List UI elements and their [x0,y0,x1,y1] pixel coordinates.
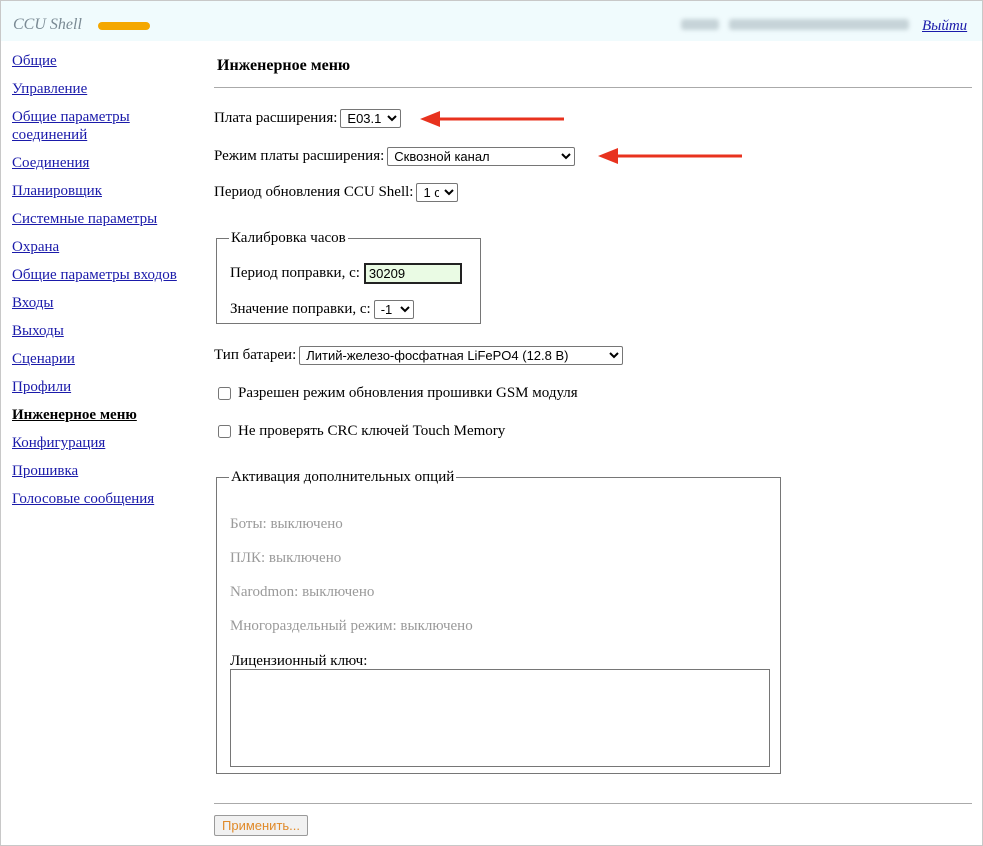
sidebar-item-security[interactable]: Охрана [12,238,202,256]
logout-link[interactable]: Выйти [922,18,967,35]
expansion-mode-row: Режим платы расширения: Сквозной канал [214,147,576,166]
arrow-left-icon [420,111,564,127]
sidebar-item-input-params[interactable]: Общие параметры входов [12,266,202,284]
expansion-board-row: Плата расширения: E03.1 [214,109,402,128]
license-key-textarea[interactable] [230,669,770,767]
correction-period-row: Период поправки, с: [230,263,462,284]
extra-options-legend: Активация дополнительных опций [231,469,455,485]
expansion-mode-select[interactable]: Сквозной канал [387,147,576,166]
blurred-user-info [681,19,909,31]
gsm-update-checkbox-row[interactable]: Разрешен режим обновления прошивки GSM м… [218,385,578,402]
option-bots-status: Боты: выключено [230,516,343,532]
sidebar-item-outputs[interactable]: Выходы [12,322,202,340]
sidebar-item-inputs[interactable]: Входы [12,294,202,312]
app-title: CCU Shell [13,16,82,33]
gsm-update-checkbox[interactable] [218,387,231,400]
sidebar-item-firmware[interactable]: Прошивка [12,462,202,480]
refresh-period-select[interactable]: 1 с [416,183,459,202]
top-bar: CCU Shell Выйти [1,1,982,41]
no-crc-checkbox[interactable] [218,425,231,438]
title-divider [214,87,972,88]
correction-value-select[interactable]: -1 [373,300,414,319]
apply-button[interactable]: Применить... [214,815,309,836]
option-narodmon-status: Narodmon: выключено [230,584,375,600]
battery-type-select[interactable]: Литий-железо-фосфатная LiFePO4 (12.8 В) [299,346,624,365]
correction-period-input[interactable] [363,263,462,284]
extra-options-fieldset: Активация дополнительных опций Боты: вык… [216,469,781,774]
sidebar-item-engineering-menu[interactable]: Инженерное меню [12,406,202,424]
expansion-mode-label: Режим платы расширения: [214,148,385,164]
sidebar-item-profiles[interactable]: Профили [12,378,202,396]
correction-period-label: Период поправки, с: [230,265,360,281]
refresh-period-label: Период обновления CCU Shell: [214,184,414,200]
no-crc-label: Не проверять CRC ключей Touch Memory [238,423,506,439]
page-title: Инженерное меню [217,57,351,74]
logo-bar [98,22,150,30]
clock-calibration-legend: Калибровка часов [231,230,346,246]
sidebar-item-scenarios[interactable]: Сценарии [12,350,202,368]
option-multipartition-status: Многораздельный режим: выключено [230,618,473,634]
refresh-period-row: Период обновления CCU Shell: 1 с [214,183,459,202]
sidebar-item-connections[interactable]: Соединения [12,154,202,172]
sidebar-item-connection-params[interactable]: Общие параметры соединений [12,108,202,144]
license-key-label: Лицензионный ключ: [230,653,368,669]
sidebar-item-control[interactable]: Управление [12,80,202,98]
arrow-left-icon [598,148,742,164]
expansion-board-select[interactable]: E03.1 [340,109,402,128]
correction-value-label: Значение поправки, с: [230,301,371,317]
sidebar-item-configuration[interactable]: Конфигурация [12,434,202,452]
battery-label: Тип батареи: [214,347,297,363]
battery-row: Тип батареи: Литий-железо-фосфатная LiFe… [214,346,624,365]
sidebar-item-system-params[interactable]: Системные параметры [12,210,202,228]
option-plc-status: ПЛК: выключено [230,550,342,566]
sidebar-item-scheduler[interactable]: Планировщик [12,182,202,200]
sidebar-item-voice-messages[interactable]: Голосовые сообщения [12,490,202,508]
sidebar-item-general[interactable]: Общие [12,52,202,70]
footer-divider [214,803,972,804]
sidebar-nav: Общие Управление Общие параметры соедине… [12,52,202,518]
no-crc-checkbox-row[interactable]: Не проверять CRC ключей Touch Memory [218,423,505,440]
correction-value-row: Значение поправки, с: -1 [230,300,414,319]
clock-calibration-fieldset: Калибровка часов Период поправки, с: Зна… [216,230,481,324]
gsm-update-label: Разрешен режим обновления прошивки GSM м… [238,385,578,401]
expansion-board-label: Плата расширения: [214,110,338,126]
